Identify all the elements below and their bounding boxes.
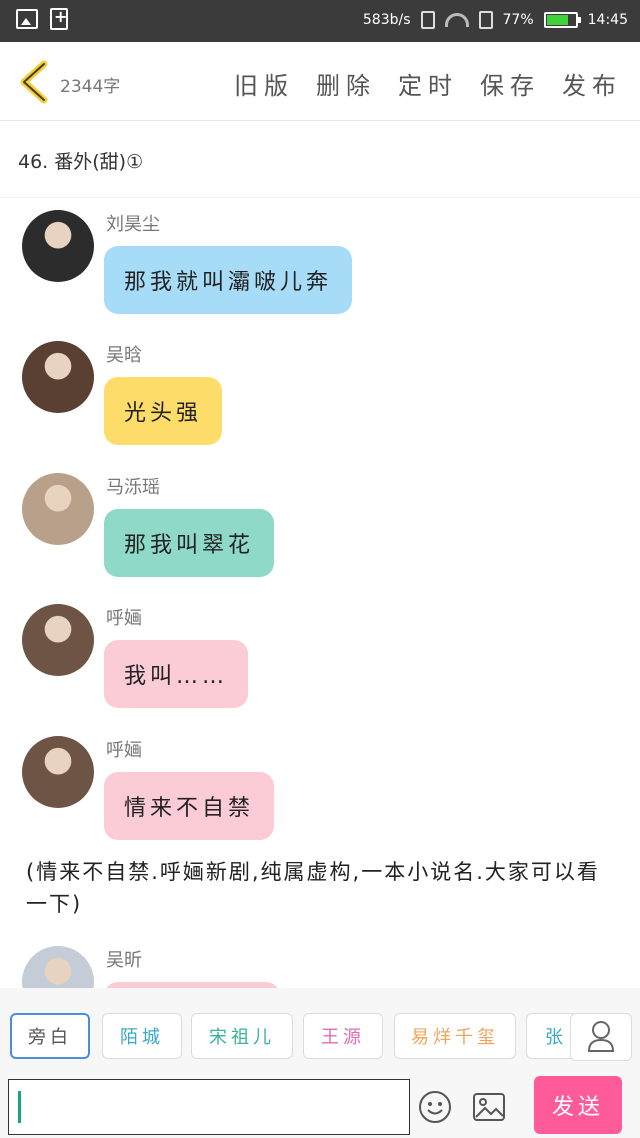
- narration-text[interactable]: (情来不自禁.呼婳新剧,纯属虚构,一本小说名.大家可以看一下): [26, 856, 616, 920]
- message-bubble[interactable]: 情来不自禁: [104, 772, 275, 840]
- network-speed: 583b/s: [362, 12, 411, 28]
- send-button[interactable]: 发送: [534, 1076, 622, 1134]
- character-chip[interactable]: 王源: [303, 1013, 383, 1059]
- character-chip[interactable]: 易烊千玺: [394, 1013, 516, 1059]
- word-count: 2344字: [60, 77, 121, 97]
- character-chip[interactable]: 宋祖儿: [191, 1013, 293, 1059]
- silent-mode-icon: [420, 11, 435, 29]
- message-bubble[interactable]: 那我叫翠花: [104, 509, 275, 577]
- back-button[interactable]: [16, 60, 52, 104]
- clock: 14:45: [587, 12, 628, 28]
- input-bar: 发送: [0, 1074, 640, 1138]
- save-button[interactable]: 保存: [480, 66, 540, 101]
- person-icon: [587, 1021, 615, 1052]
- image-icon: [473, 1093, 505, 1121]
- message-input[interactable]: [8, 1079, 410, 1135]
- emoji-button[interactable]: [418, 1090, 452, 1124]
- schedule-button[interactable]: 定时: [398, 66, 458, 101]
- chapter-title[interactable]: 46. 番外(甜)①: [18, 147, 143, 174]
- avatar[interactable]: [22, 341, 94, 413]
- manage-characters-button[interactable]: [570, 1013, 632, 1061]
- battery-icon: [543, 12, 581, 28]
- character-selector[interactable]: 旁白 陌城 宋祖儿 王源 易烊千玺 张: [0, 988, 640, 1074]
- publish-button[interactable]: 发布: [562, 66, 622, 101]
- speaker-name: 吴晗: [106, 345, 142, 366]
- divider: [0, 197, 640, 198]
- wifi-icon: [444, 13, 469, 27]
- text-caret: [18, 1091, 21, 1123]
- message-bubble[interactable]: 光头强: [104, 377, 223, 445]
- gallery-notification-icon: [16, 9, 38, 29]
- editor-toolbar: 2344字 旧版 删除 定时 保存 发布: [0, 42, 640, 121]
- image-button[interactable]: [472, 1092, 506, 1122]
- delete-button[interactable]: 删除: [316, 66, 376, 101]
- emoji-icon: [419, 1091, 451, 1123]
- sim-add-icon: [50, 7, 68, 30]
- sim-icon: [478, 11, 493, 29]
- speaker-name: 吴昕: [106, 950, 142, 971]
- speaker-name: 马泺瑶: [106, 477, 160, 498]
- character-chip-narrator[interactable]: 旁白: [10, 1013, 90, 1059]
- message-bubble[interactable]: 我叫……: [104, 640, 249, 708]
- avatar[interactable]: [22, 604, 94, 676]
- status-bar: 583b/s 77% 14:45: [0, 0, 640, 42]
- avatar[interactable]: [22, 210, 94, 282]
- speaker-name: 呼婳: [106, 608, 142, 629]
- avatar[interactable]: [22, 736, 94, 808]
- chat-list[interactable]: 刘昊尘 那我就叫灞啵儿奔 吴晗 光头强 马泺瑶 那我叫翠花 呼婳 我叫…… 呼婳…: [0, 200, 640, 988]
- character-chip[interactable]: 陌城: [102, 1013, 182, 1059]
- old-version-button[interactable]: 旧版: [234, 66, 294, 101]
- avatar[interactable]: [22, 473, 94, 545]
- chevron-left-icon: [20, 60, 48, 104]
- message-bubble[interactable]: 那我就叫灞啵儿奔: [104, 246, 353, 314]
- speaker-name: 刘昊尘: [106, 214, 160, 235]
- battery-percent: 77%: [502, 12, 534, 28]
- speaker-name: 呼婳: [106, 740, 142, 761]
- avatar-placeholder[interactable]: [22, 946, 94, 988]
